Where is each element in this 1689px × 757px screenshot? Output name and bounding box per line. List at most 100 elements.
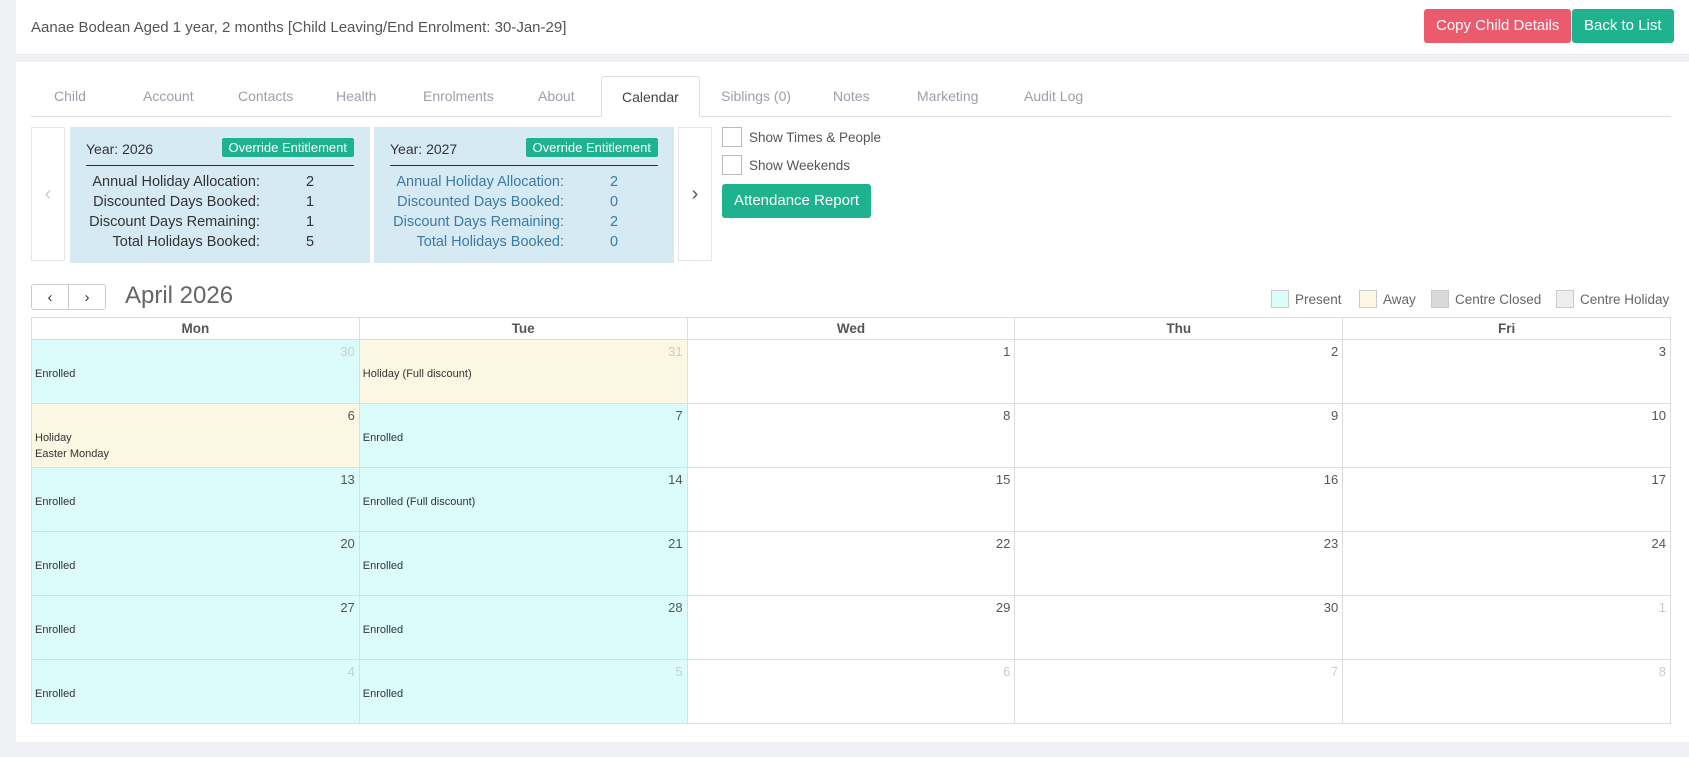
tab-calendar[interactable]: Calendar: [601, 76, 700, 117]
calendar-day-cell[interactable]: 31 Holiday (Full discount): [358, 339, 688, 404]
calendar-day-cell[interactable]: 24: [1342, 531, 1671, 596]
override-entitlement-button[interactable]: Override Entitlement: [525, 138, 658, 157]
show-weekends-checkbox[interactable]: [722, 155, 742, 175]
day-number: 5: [675, 664, 683, 679]
child-title: Aanae Bodean Aged 1 year, 2 months [Chil…: [31, 19, 567, 36]
calendar-day-cell[interactable]: 9: [1014, 403, 1344, 468]
stat-value: 1: [306, 194, 315, 210]
stat-value: 2: [306, 174, 315, 190]
event-label: Enrolled: [35, 496, 76, 508]
day-header-mon: Mon: [31, 317, 360, 340]
day-header-wed: Wed: [686, 317, 1016, 340]
day-events: Enrolled: [35, 622, 75, 638]
day-number: 30: [1323, 600, 1339, 615]
day-events: Holiday (Full discount): [363, 366, 472, 382]
tab-siblings[interactable]: Siblings (0): [701, 76, 811, 116]
tab-audit-log[interactable]: Audit Log: [1004, 76, 1103, 116]
tab-account[interactable]: Account: [123, 76, 214, 116]
calendar-title: April 2026: [125, 282, 234, 309]
attendance-report-button[interactable]: Attendance Report: [722, 184, 872, 218]
tab-about[interactable]: About: [518, 76, 595, 116]
event-label: Enrolled: [362, 560, 404, 572]
calendar-day-cell[interactable]: 6: [686, 659, 1016, 724]
day-number: 6: [1003, 664, 1011, 679]
tab-marketing[interactable]: Marketing: [897, 76, 998, 116]
calendar-day-cell[interactable]: 20 Enrolled: [31, 531, 360, 596]
calendar-week: 4 Enrolled 5 Enrolled 6 7 8: [31, 659, 1671, 724]
show-times-label: Show Times & People: [749, 129, 882, 145]
show-weekends-label: Show Weekends: [749, 157, 851, 173]
entitlement-card-2026: Year: 2026 Override Entitlement Annual H…: [70, 127, 370, 263]
stat-row: Discount Days Remaining: 2: [390, 214, 658, 234]
stat-label: Discount Days Remaining:: [89, 214, 260, 230]
calendar-day-cell[interactable]: 13 Enrolled: [31, 467, 360, 532]
tab-notes[interactable]: Notes: [813, 76, 890, 116]
stat-row: Annual Holiday Allocation: 2: [390, 174, 658, 194]
calendar-day-cell[interactable]: 30: [1014, 595, 1344, 660]
show-weekends-option[interactable]: Show Weekends: [722, 154, 850, 176]
day-number: 15: [995, 472, 1011, 487]
calendar-day-cell[interactable]: 14 Enrolled (Full discount): [358, 467, 688, 532]
copy-child-details-button[interactable]: Copy Child Details: [1424, 9, 1572, 43]
calendar-day-cell[interactable]: 30 Enrolled: [31, 339, 360, 404]
stat-label: Annual Holiday Allocation:: [396, 174, 564, 190]
day-number: 4: [347, 664, 355, 679]
calendar-day-cell[interactable]: 15: [686, 467, 1016, 532]
calendar-day-cell[interactable]: 10: [1342, 403, 1671, 468]
stat-value: 2: [610, 214, 619, 230]
legend-label: Away: [1383, 291, 1416, 307]
calendar-day-cell[interactable]: 3: [1342, 339, 1671, 404]
day-number: 22: [995, 536, 1011, 551]
event-label: Holiday: [35, 432, 72, 444]
day-number: 7: [675, 408, 683, 423]
tab-contacts[interactable]: Contacts: [218, 76, 313, 116]
override-entitlement-button[interactable]: Override Entitlement: [221, 138, 354, 157]
event-label: Enrolled: [35, 368, 76, 380]
calendar-day-cell[interactable]: 1: [1342, 595, 1671, 660]
calendar-day-cell[interactable]: 8: [1342, 659, 1671, 724]
day-number: 13: [340, 472, 355, 487]
tab-health[interactable]: Health: [316, 76, 396, 116]
day-number: 8: [1003, 408, 1011, 423]
entitlement-header: Year: 2027 Override Entitlement: [390, 137, 658, 166]
chevron-right-icon: ›: [691, 182, 699, 205]
legend-label: Present: [1295, 291, 1342, 307]
day-number: 23: [1323, 536, 1339, 551]
calendar-day-cell[interactable]: 8: [686, 403, 1016, 468]
calendar-day-cell[interactable]: 7: [1014, 659, 1344, 724]
calendar-next-button[interactable]: ›: [69, 285, 105, 309]
calendar-prev-button[interactable]: ‹: [32, 285, 69, 309]
event-label: Enrolled: [35, 688, 76, 700]
prev-year-button[interactable]: ‹: [31, 127, 65, 261]
calendar-day-cell[interactable]: 2: [1014, 339, 1344, 404]
calendar-day-cell[interactable]: 4 Enrolled: [31, 659, 360, 724]
day-number: 10: [1651, 408, 1666, 423]
legend-swatch: [1556, 290, 1574, 308]
calendar-day-cell[interactable]: 5 Enrolled: [358, 659, 688, 724]
tab-child[interactable]: Child: [34, 76, 106, 116]
calendar-day-cell[interactable]: 27 Enrolled: [31, 595, 360, 660]
calendar-day-cell[interactable]: 1: [686, 339, 1016, 404]
next-year-button[interactable]: ›: [678, 127, 712, 261]
show-times-option[interactable]: Show Times & People: [722, 126, 881, 148]
page-header: Aanae Bodean Aged 1 year, 2 months [Chil…: [16, 0, 1689, 55]
calendar-day-cell[interactable]: 29: [686, 595, 1016, 660]
day-header-thu: Thu: [1014, 317, 1344, 340]
calendar-day-cell[interactable]: 7 Enrolled: [358, 403, 688, 468]
stat-value: 0: [610, 234, 619, 250]
calendar-day-cell[interactable]: 6 Holiday Easter Monday: [31, 403, 360, 468]
calendar-day-cell[interactable]: 22: [686, 531, 1016, 596]
show-times-checkbox[interactable]: [722, 127, 742, 147]
day-number: 1: [1003, 344, 1011, 359]
legend-label: Centre Holiday: [1580, 291, 1670, 307]
day-number: 17: [1651, 472, 1666, 487]
calendar-day-cell[interactable]: 17: [1342, 467, 1671, 532]
calendar-day-cell[interactable]: 28 Enrolled: [358, 595, 688, 660]
legend-away: Away: [1359, 290, 1416, 308]
tab-enrolments[interactable]: Enrolments: [403, 76, 514, 116]
calendar-day-cell[interactable]: 21 Enrolled: [358, 531, 688, 596]
legend-centre-closed: Centre Closed: [1431, 290, 1541, 308]
calendar-day-cell[interactable]: 16: [1014, 467, 1344, 532]
calendar-day-cell[interactable]: 23: [1014, 531, 1344, 596]
back-to-list-button[interactable]: Back to List: [1572, 9, 1674, 43]
